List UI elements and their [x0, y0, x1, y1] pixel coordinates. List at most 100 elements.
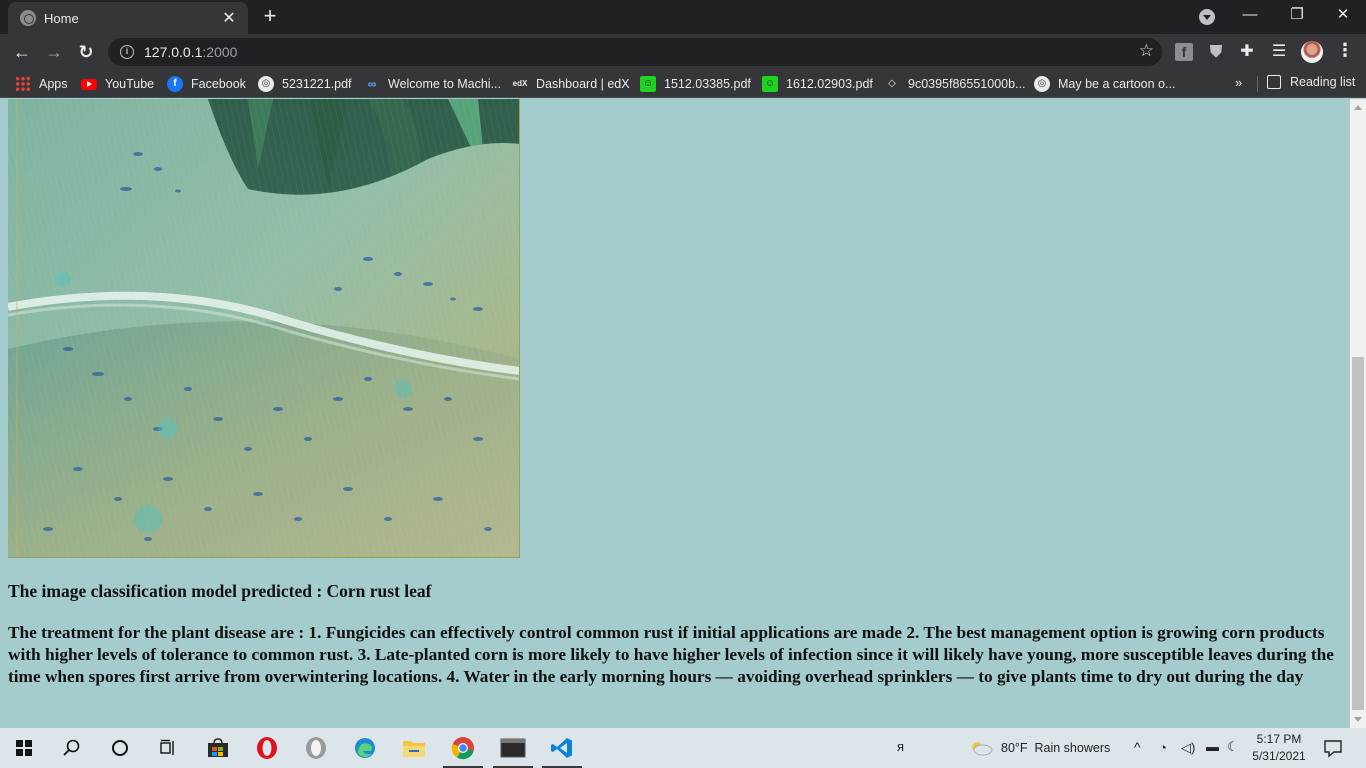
- extensions-puzzle-icon[interactable]: ✚: [1238, 43, 1256, 61]
- reading-list-button[interactable]: Reading list: [1267, 75, 1355, 89]
- edge-icon: [355, 738, 375, 758]
- battery-icon[interactable]: ▬: [1206, 739, 1219, 754]
- store-icon: [208, 738, 228, 757]
- bookmark-label: 1512.03385.pdf: [664, 77, 751, 91]
- site-info-icon[interactable]: i: [120, 45, 134, 59]
- bookmark-label: May be a cartoon o...: [1058, 77, 1176, 91]
- profile-avatar[interactable]: [1301, 41, 1323, 63]
- close-window-button[interactable]: ✕: [1328, 4, 1358, 26]
- cortana-icon: [112, 740, 128, 756]
- edge-app[interactable]: [341, 728, 389, 768]
- reading-list-icon: [1267, 75, 1281, 89]
- bookmark-youtube[interactable]: YouTube: [81, 75, 154, 93]
- smiley-icon: ☺: [762, 76, 778, 92]
- tab-home[interactable]: Home ✕: [8, 2, 248, 34]
- vscode-icon: [551, 738, 572, 758]
- scroll-up-arrow-icon[interactable]: [1354, 105, 1362, 110]
- opera-app[interactable]: [243, 728, 291, 768]
- globe-icon: [20, 10, 36, 26]
- url-port: :2000: [202, 44, 238, 60]
- bookmarks-overflow-button[interactable]: »: [1235, 75, 1242, 90]
- task-view-icon: [160, 739, 174, 755]
- page-scrollbar[interactable]: [1350, 99, 1366, 728]
- people-icon[interactable]: ᴙ: [897, 739, 904, 754]
- minimize-button[interactable]: —: [1235, 4, 1265, 26]
- wifi-icon[interactable]: ◔: [1159, 740, 1167, 755]
- media-control-icon[interactable]: ☰: [1270, 43, 1288, 61]
- facebook-icon: f: [167, 76, 183, 92]
- search-button[interactable]: [48, 728, 96, 768]
- store-app[interactable]: [194, 728, 242, 768]
- clock-time: 5:17 PM: [1256, 732, 1302, 746]
- opera-gx-app[interactable]: [292, 728, 340, 768]
- bookmark-label: Apps: [39, 77, 68, 91]
- bookmark-may-be-a-cartoon[interactable]: ◎ May be a cartoon o...: [1034, 75, 1175, 93]
- bookmark-edx-dashboard[interactable]: edX Dashboard | edX: [512, 75, 630, 93]
- shield-extension-icon[interactable]: ⛊: [1207, 43, 1225, 61]
- weather-widget[interactable]: 80°F Rain showers: [1001, 741, 1110, 755]
- volume-icon[interactable]: ◁): [1181, 740, 1195, 756]
- bookmark-star-icon[interactable]: ☆: [1139, 41, 1154, 61]
- coursera-icon: ∞: [367, 77, 377, 91]
- system-clock[interactable]: 5:17 PM 5/31/2021: [1248, 731, 1310, 765]
- tab-close-button[interactable]: ✕: [220, 8, 238, 28]
- edx-icon: edX: [512, 79, 528, 88]
- restore-button[interactable]: ❐: [1282, 4, 1312, 26]
- bookmark-label: 9c0395f86551000b...: [908, 77, 1026, 91]
- weather-icon[interactable]: [968, 738, 994, 763]
- chrome-icon: [451, 737, 474, 760]
- bookmark-label: 1612.02903.pdf: [786, 77, 873, 91]
- reload-button[interactable]: ↻: [74, 40, 98, 64]
- bookmark-welcome-to-machine[interactable]: ∞ Welcome to Machi...: [364, 75, 501, 93]
- globe-icon: ◎: [1034, 76, 1050, 92]
- tab-title: Home: [44, 10, 79, 26]
- show-hidden-icons-chevron-up-icon[interactable]: ^: [1134, 739, 1141, 755]
- url-text[interactable]: 127.0.0.1:2000: [144, 44, 237, 60]
- opera-gx-icon: [306, 737, 326, 759]
- terminal-icon: [500, 738, 526, 758]
- facebook-extension-icon[interactable]: f: [1175, 43, 1193, 61]
- tag-icon: ◇: [888, 78, 896, 89]
- globe-icon: ◎: [258, 76, 274, 92]
- clock-date: 5/31/2021: [1252, 749, 1306, 763]
- reading-list-label: Reading list: [1290, 75, 1356, 89]
- address-bar[interactable]: i 127.0.0.1:2000 ☆: [108, 38, 1162, 66]
- corn-leaf-image: [8, 99, 520, 558]
- bookmark-label: Dashboard | edX: [536, 77, 630, 91]
- cortana-button[interactable]: [96, 728, 144, 768]
- vscode-app[interactable]: [538, 728, 586, 768]
- task-view-button[interactable]: [144, 728, 192, 768]
- weather-temp: 80°F: [1001, 741, 1028, 755]
- scrollbar-thumb[interactable]: [1352, 357, 1364, 710]
- bookmark-1612-pdf[interactable]: ☺ 1612.02903.pdf: [762, 75, 873, 93]
- page-content: The image classification model predicted…: [0, 99, 1350, 728]
- chrome-app[interactable]: [439, 728, 487, 768]
- back-button[interactable]: ←: [10, 40, 34, 64]
- focus-assist-icon[interactable]: ☾: [1227, 739, 1239, 755]
- scroll-down-arrow-icon[interactable]: [1354, 717, 1362, 722]
- weather-condition: Rain showers: [1034, 741, 1111, 755]
- bookmark-facebook[interactable]: f Facebook: [167, 75, 246, 93]
- windows-logo-icon: [16, 740, 32, 756]
- file-explorer-app[interactable]: [390, 728, 438, 768]
- start-button[interactable]: [0, 728, 48, 768]
- bookmark-apps[interactable]: Apps: [15, 75, 68, 93]
- browser-title-bar: Home ✕ + — ❐ ✕: [0, 0, 1366, 34]
- opera-icon: [257, 737, 277, 759]
- bookmark-5231221-pdf[interactable]: ◎ 5231221.pdf: [258, 75, 352, 93]
- browser-menu-icon[interactable]: ⋮: [1336, 40, 1354, 61]
- apps-grid-icon: [15, 76, 31, 92]
- tab-search-icon[interactable]: [1199, 9, 1215, 25]
- url-host: 127.0.0.1: [144, 44, 203, 60]
- terminal-app[interactable]: [489, 728, 537, 768]
- new-tab-button[interactable]: +: [258, 5, 282, 27]
- bookmarks-divider: [1257, 76, 1258, 92]
- bookmark-9c0395[interactable]: ◇ 9c0395f86551000b...: [884, 75, 1025, 93]
- bookmark-label: Welcome to Machi...: [388, 77, 502, 91]
- forward-button[interactable]: →: [42, 40, 66, 64]
- browser-toolbar: ← → ↻ i 127.0.0.1:2000 ☆ f ⛊ ✚ ☰ ⋮: [0, 34, 1366, 70]
- bookmark-1512-pdf[interactable]: ☺ 1512.03385.pdf: [640, 75, 751, 93]
- notifications-icon[interactable]: [1323, 738, 1343, 763]
- bookmark-label: 5231221.pdf: [282, 77, 352, 91]
- folder-icon: [403, 741, 425, 757]
